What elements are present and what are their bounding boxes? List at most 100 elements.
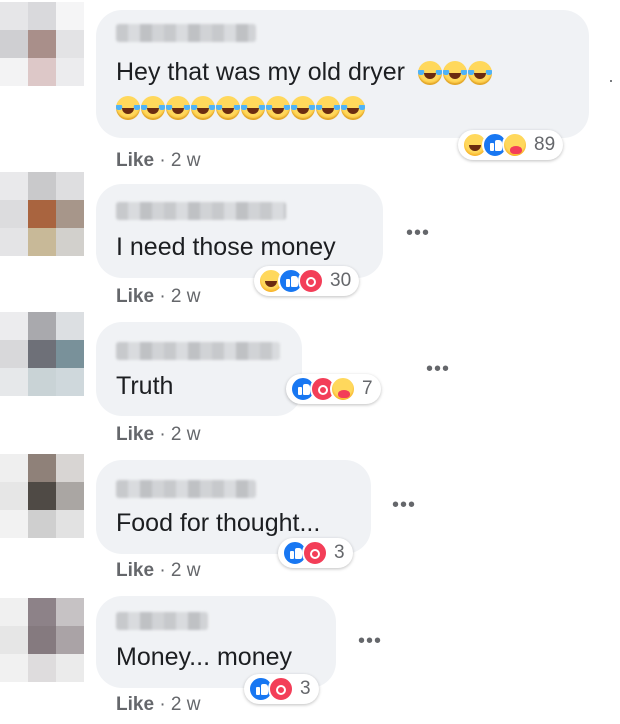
reaction-count: 7 — [362, 378, 373, 399]
avatar-pixel — [0, 172, 28, 200]
timestamp[interactable]: · 2 w — [159, 150, 200, 171]
avatar-pixel — [56, 654, 84, 682]
commenter-name[interactable] — [116, 480, 256, 498]
avatar-pixel — [0, 654, 28, 682]
comment-meta: Like · 2 w — [116, 286, 201, 308]
avatar-pixel — [0, 510, 28, 538]
comment-meta: Like · 2 w — [116, 694, 201, 716]
rolling-on-floor-laughing-emoji-icon — [116, 96, 140, 121]
reaction-summary[interactable]: 30 — [254, 266, 360, 296]
avatar[interactable] — [0, 454, 84, 538]
reaction-summary[interactable]: 89 — [458, 130, 564, 160]
like-button[interactable]: Like — [116, 694, 154, 715]
comment-text: Food for thought... — [116, 509, 321, 537]
avatar-pixel — [28, 510, 56, 538]
avatar-pixel — [28, 598, 56, 626]
more-options-ellipsis-icon[interactable]: ••• — [426, 359, 450, 379]
reaction-count: 3 — [300, 678, 311, 699]
reaction-count: 3 — [334, 542, 345, 563]
comment-text: I need those money — [116, 233, 336, 261]
avatar-pixel — [56, 228, 84, 256]
reaction-count: 89 — [534, 134, 556, 155]
comment-text: Truth — [116, 372, 174, 400]
avatar-pixel — [56, 30, 84, 58]
love-reaction-icon — [298, 268, 324, 294]
comment-text: Hey that was my old dryer — [116, 57, 493, 87]
like-button[interactable]: Like — [116, 424, 154, 445]
avatar-pixel — [28, 368, 56, 396]
avatar-pixel — [0, 30, 28, 58]
avatar-pixel — [56, 598, 84, 626]
avatar-pixel — [28, 200, 56, 228]
avatar[interactable] — [0, 2, 84, 86]
reaction-summary[interactable]: 3 — [278, 538, 353, 568]
avatar-pixel — [28, 482, 56, 510]
rolling-on-floor-laughing-emoji-icon — [141, 96, 165, 121]
commenter-name[interactable] — [116, 612, 208, 630]
avatar-pixel — [28, 228, 56, 256]
rolling-on-floor-laughing-emoji-icon — [241, 96, 265, 121]
timestamp[interactable]: · 2 w — [159, 286, 200, 307]
rolling-on-floor-laughing-emoji-icon — [166, 96, 190, 121]
commenter-name[interactable] — [116, 342, 280, 360]
comment-text-content: Hey that was my old dryer — [116, 58, 405, 86]
avatar-pixel — [28, 454, 56, 482]
timestamp[interactable]: · 2 w — [159, 560, 200, 581]
reaction-count: 30 — [330, 270, 352, 291]
avatar[interactable] — [0, 598, 84, 682]
avatar-pixel — [28, 30, 56, 58]
rolling-on-floor-laughing-emoji-icon — [341, 96, 365, 121]
commenter-name[interactable] — [116, 24, 256, 42]
avatar[interactable] — [0, 312, 84, 396]
avatar-pixel — [56, 312, 84, 340]
avatar-pixel — [56, 340, 84, 368]
timestamp[interactable]: · 2 w — [159, 694, 200, 715]
avatar-pixel — [0, 2, 28, 30]
timestamp[interactable]: · 2 w — [159, 424, 200, 445]
avatar-pixel — [56, 626, 84, 654]
emoji-row-1 — [417, 58, 493, 86]
avatar-pixel — [0, 454, 28, 482]
like-button[interactable]: Like — [116, 286, 154, 307]
avatar-pixel — [0, 228, 28, 256]
avatar-pixel — [28, 626, 56, 654]
reaction-summary[interactable]: 3 — [244, 674, 319, 704]
comment-meta: Like · 2 w — [116, 150, 201, 172]
more-options-ellipsis-icon[interactable]: ••• — [406, 223, 430, 243]
avatar-pixel — [28, 340, 56, 368]
avatar-pixel — [56, 368, 84, 396]
rolling-on-floor-laughing-emoji-icon — [442, 61, 467, 86]
avatar-pixel — [56, 2, 84, 30]
more-options-ellipsis-icon[interactable]: ••• — [392, 495, 416, 515]
comment-bubble: Hey that was my old dryer — [96, 10, 589, 138]
love-reaction-icon — [268, 676, 294, 702]
avatar-pixel — [28, 2, 56, 30]
comment-bubble: I need those money — [96, 184, 383, 278]
like-button[interactable]: Like — [116, 560, 154, 581]
more-options-ellipsis-icon[interactable]: ••• — [358, 631, 382, 651]
care-reaction-icon — [502, 132, 528, 158]
comment-bubble: Truth — [96, 322, 302, 416]
avatar-pixel — [56, 200, 84, 228]
rolling-on-floor-laughing-emoji-icon — [266, 96, 290, 121]
more-options-ellipsis-icon[interactable]: · — [608, 70, 614, 91]
rolling-on-floor-laughing-emoji-icon — [316, 96, 340, 121]
avatar-pixel — [0, 340, 28, 368]
avatar-pixel — [28, 654, 56, 682]
avatar-pixel — [0, 200, 28, 228]
reaction-summary[interactable]: 7 — [286, 374, 381, 404]
comment-meta: Like · 2 w — [116, 424, 201, 446]
avatar[interactable] — [0, 172, 84, 256]
avatar-pixel — [0, 626, 28, 654]
care-reaction-icon — [330, 376, 356, 402]
avatar-pixel — [56, 454, 84, 482]
avatar-pixel — [0, 368, 28, 396]
avatar-pixel — [0, 312, 28, 340]
avatar-pixel — [56, 510, 84, 538]
commenter-name[interactable] — [116, 202, 286, 220]
avatar-pixel — [28, 312, 56, 340]
avatar-pixel — [56, 482, 84, 510]
like-button[interactable]: Like — [116, 150, 154, 171]
comment-meta: Like · 2 w — [116, 560, 201, 582]
rolling-on-floor-laughing-emoji-icon — [216, 96, 240, 121]
